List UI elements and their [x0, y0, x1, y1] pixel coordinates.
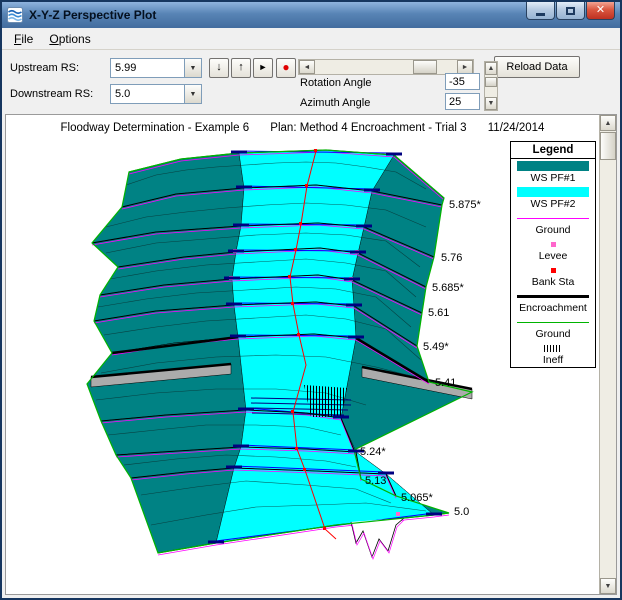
scrollbar-up-icon[interactable]: ▲: [600, 115, 616, 131]
angle-spinner[interactable]: ▲ ▼: [484, 61, 498, 111]
station-label: 5.24*: [360, 446, 386, 458]
close-button[interactable]: ✕: [586, 2, 615, 20]
downstream-dropdown-icon[interactable]: ▼: [184, 85, 201, 103]
azimuth-angle-input[interactable]: [445, 93, 480, 110]
record-button[interactable]: ●: [276, 58, 296, 78]
downstream-rs-label: Downstream RS:: [10, 88, 93, 100]
animate-button[interactable]: ►: [253, 58, 273, 78]
station-label: 5.61: [428, 307, 449, 319]
legend-marker-ineff: [544, 345, 562, 352]
downstream-rs-value: 5.0: [111, 85, 184, 103]
legend-line-encroachment: [517, 295, 589, 298]
upstream-rs-label: Upstream RS:: [10, 62, 79, 74]
upstream-rs-combobox[interactable]: 5.99 ▼: [110, 58, 202, 78]
legend-swatch-ws-pf1: [517, 161, 589, 171]
angle-spinner-track[interactable]: [485, 75, 497, 97]
step-upstream-button[interactable]: ↑: [231, 58, 251, 78]
legend-swatch-ws-pf2: [517, 187, 589, 197]
close-icon: ✕: [596, 5, 605, 16]
plot-title-project: Floodway Determination - Example 6: [61, 122, 250, 134]
maximize-icon: [566, 7, 575, 15]
legend-marker-levee: [551, 242, 556, 247]
plot-title: Floodway Determination - Example 6 Plan:…: [6, 122, 599, 134]
maximize-button[interactable]: [556, 2, 585, 20]
app-window: X-Y-Z Perspective Plot ✕ File Options Up…: [0, 0, 622, 600]
legend-line-ground-green: [517, 322, 589, 323]
spinner-up-icon[interactable]: ▲: [485, 62, 497, 75]
plot-area: Floodway Determination - Example 6 Plan:…: [5, 114, 617, 595]
step-downstream-button[interactable]: ↓: [209, 58, 229, 78]
upstream-dropdown-icon[interactable]: ▼: [184, 59, 201, 77]
downstream-bed-profile: [351, 518, 404, 559]
title-bar: X-Y-Z Perspective Plot ✕: [2, 2, 620, 28]
plot-surface: Floodway Determination - Example 6 Plan:…: [6, 115, 599, 594]
station-label: 5.49*: [423, 341, 449, 353]
azimuth-angle-label: Azimuth Angle: [300, 97, 370, 109]
legend-marker-bank-sta: [551, 268, 556, 273]
rotation-angle-label: Rotation Angle: [300, 77, 372, 89]
menu-bar: File Options: [2, 28, 620, 50]
menu-file[interactable]: File: [6, 29, 41, 49]
rotation-angle-input[interactable]: [445, 73, 480, 90]
plot-title-plan: Plan: Method 4 Encroachment - Trial 3: [270, 122, 466, 134]
station-label: 5.065*: [401, 492, 434, 504]
station-label: 5.41: [435, 377, 456, 389]
legend-title: Legend: [511, 142, 595, 159]
station-label: 5.0: [454, 506, 469, 518]
plot-scrollbar-track[interactable]: [600, 131, 616, 578]
station-label: 5.13: [365, 475, 386, 487]
caption-buttons: ✕: [526, 2, 615, 20]
downstream-rs-combobox[interactable]: 5.0 ▼: [110, 84, 202, 104]
scroll-left-icon[interactable]: ◄: [299, 60, 315, 74]
spinner-down-icon[interactable]: ▼: [485, 97, 497, 110]
scroll-right-icon[interactable]: ►: [457, 60, 473, 74]
station-label: 5.685*: [432, 282, 465, 294]
window-title: X-Y-Z Perspective Plot: [29, 8, 156, 22]
plot-vertical-scrollbar[interactable]: ▲ ▼: [599, 115, 616, 594]
minimize-icon: [536, 13, 545, 16]
plot-scrollbar-thumb[interactable]: [600, 132, 616, 160]
ineff-hatch-area: [304, 385, 347, 417]
angle-spinner-thumb[interactable]: [485, 77, 497, 87]
plot-title-date: 11/24/2014: [488, 122, 545, 134]
app-icon: [7, 7, 23, 23]
rotation-scrollbar-track[interactable]: [315, 60, 457, 74]
reload-data-button[interactable]: Reload Data: [494, 56, 580, 78]
legend: Legend WS PF#1 WS PF#2 Ground Levee Bank…: [510, 141, 596, 368]
scrollbar-down-icon[interactable]: ▼: [600, 578, 616, 594]
minimize-button[interactable]: [526, 2, 555, 20]
rotation-scrollbar-thumb[interactable]: [413, 60, 437, 74]
station-label: 5.875*: [449, 199, 482, 211]
legend-line-ground-magenta: [517, 218, 589, 219]
station-label: 5.76: [441, 252, 462, 264]
control-panel: Upstream RS: 5.99 ▼ ↓ ↑ ► ● ◄ ► Reload D…: [2, 50, 620, 114]
upstream-rs-value: 5.99: [111, 59, 184, 77]
menu-options[interactable]: Options: [41, 29, 98, 49]
